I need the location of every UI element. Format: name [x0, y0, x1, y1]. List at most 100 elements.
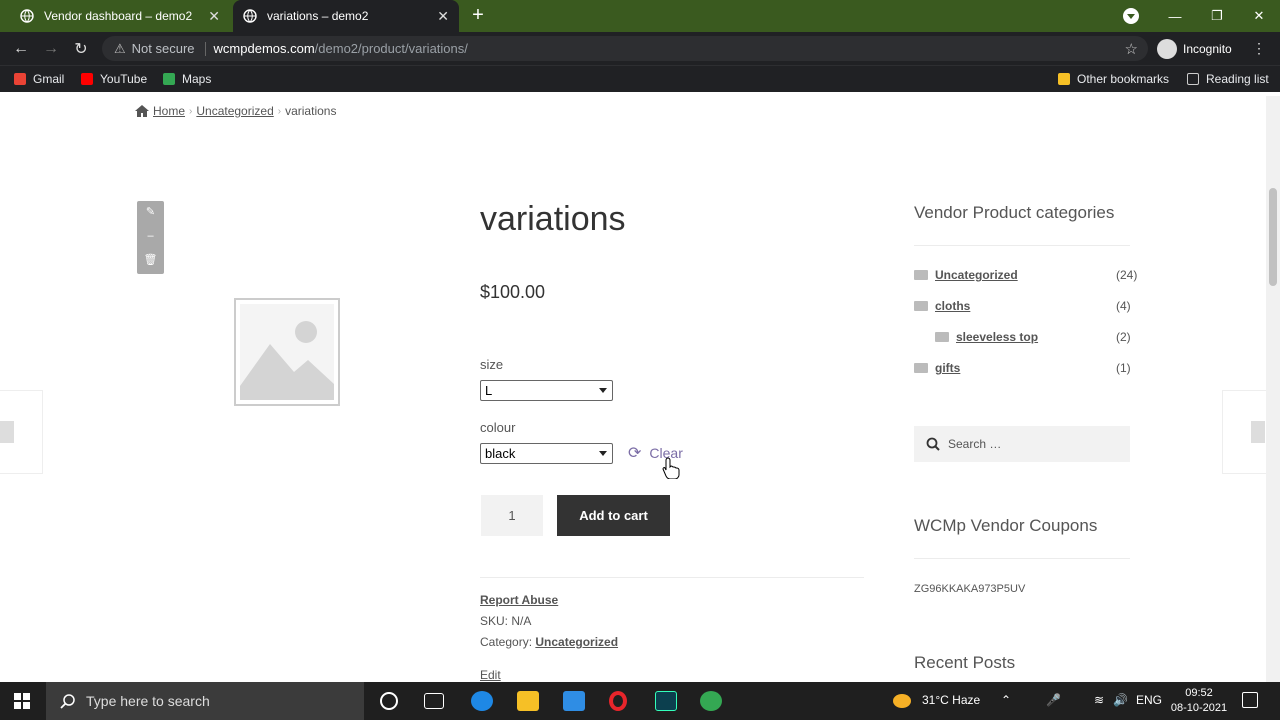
page-scrollbar[interactable] — [1266, 96, 1280, 682]
close-window-icon[interactable]: ✕ — [1238, 8, 1280, 24]
add-to-cart-button[interactable]: Add to cart — [557, 495, 670, 536]
forward-icon[interactable]: → — [36, 40, 66, 58]
image-icon — [1251, 421, 1265, 443]
opera-icon[interactable] — [609, 691, 627, 711]
breadcrumb-current: variations — [285, 104, 337, 118]
system-clock[interactable]: 09:52 08-10-2021 — [1170, 686, 1228, 716]
bookmark-star-icon[interactable]: ☆ — [1125, 40, 1138, 58]
report-abuse-label[interactable]: Report Abuse — [480, 593, 558, 607]
folder-icon — [914, 301, 928, 311]
microphone-icon[interactable]: 🎤 — [1046, 693, 1061, 707]
category-link[interactable]: Uncategorized — [535, 635, 618, 649]
file-explorer-icon[interactable] — [517, 691, 539, 711]
taskbar-search-input[interactable]: Type here to search — [46, 682, 364, 720]
category-item-cloths[interactable]: cloths — [914, 299, 970, 313]
category-item-sleeveless-top[interactable]: sleeveless top — [935, 330, 1038, 344]
weather-icon — [893, 694, 911, 708]
minimize-icon[interactable]: — — [1154, 9, 1196, 24]
bookmark-youtube[interactable]: YouTube — [81, 72, 147, 86]
notifications-icon[interactable] — [1242, 692, 1258, 708]
terminal-app-icon[interactable] — [655, 691, 677, 711]
breadcrumb-home[interactable]: Home — [153, 104, 185, 118]
search-placeholder: Search … — [948, 437, 1002, 451]
colour-select[interactable]: black — [480, 443, 613, 464]
windows-start-icon[interactable] — [14, 693, 30, 709]
folder-icon — [1058, 73, 1070, 85]
sidebar-search-input[interactable]: Search … — [914, 426, 1130, 462]
category-name[interactable]: Uncategorized — [935, 268, 1018, 282]
category-name[interactable]: sleeveless top — [956, 330, 1038, 344]
incognito-icon — [1157, 39, 1177, 59]
task-view-icon[interactable] — [424, 693, 444, 709]
globe-icon — [20, 9, 34, 23]
edit-user-icon[interactable]: ✎ — [137, 201, 164, 225]
coupon-code: ZG96KKAKA973P5UV — [914, 583, 1026, 595]
category-item-uncategorized[interactable]: Uncategorized — [914, 268, 1018, 282]
product-price: $100.00 — [480, 282, 546, 302]
previous-product-arrow[interactable] — [0, 390, 43, 474]
size-select[interactable]: L — [480, 380, 613, 401]
language-indicator[interactable]: ENG — [1136, 693, 1162, 707]
divider — [480, 577, 864, 578]
youtube-icon — [81, 73, 93, 85]
bookmarks-bar: Gmail YouTube Maps Other bookmarks Readi… — [0, 65, 1280, 92]
browser-menu-icon[interactable]: ⋮ — [1252, 40, 1266, 57]
divider — [914, 245, 1130, 246]
edit-label[interactable]: Edit — [480, 668, 501, 682]
next-product-arrow[interactable] — [1222, 390, 1266, 474]
colour-label: colour — [480, 420, 516, 435]
quantity-input[interactable]: 1 — [481, 495, 543, 536]
report-abuse-link[interactable]: Report Abuse — [480, 593, 558, 607]
category-count: (2) — [1116, 330, 1131, 344]
new-tab-button[interactable]: + — [466, 4, 490, 28]
colour-selected: black — [485, 446, 516, 461]
clock-time: 09:52 — [1185, 687, 1213, 699]
category-name[interactable]: cloths — [935, 299, 970, 313]
trash-icon[interactable]: 🗑 — [137, 249, 164, 273]
close-tab-icon[interactable]: ✕ — [437, 8, 449, 25]
reload-icon[interactable]: ↻ — [66, 39, 96, 59]
category-name[interactable]: gifts — [935, 361, 960, 375]
maximize-icon[interactable]: ❐ — [1196, 8, 1238, 24]
url-host: wcmpdemos.com — [213, 41, 315, 56]
wifi-icon[interactable]: ≋ — [1094, 693, 1104, 707]
weather-label[interactable]: 31°C Haze — [922, 693, 980, 707]
reading-list[interactable]: Reading list — [1187, 72, 1269, 86]
scrollbar-thumb[interactable] — [1269, 188, 1277, 286]
category-item-gifts[interactable]: gifts — [914, 361, 960, 375]
product-sku: SKU: N/A — [480, 614, 532, 628]
chevron-right-icon: › — [189, 105, 193, 117]
window-controls: — ❐ ✕ — [1154, 0, 1280, 32]
chrome-icon[interactable] — [700, 691, 722, 711]
size-selected: L — [485, 383, 493, 398]
gmail-icon — [14, 73, 26, 85]
bookmark-label: Gmail — [33, 72, 65, 86]
minus-icon[interactable]: – — [137, 225, 164, 249]
folder-icon — [914, 363, 928, 373]
profile-label: Incognito — [1183, 42, 1232, 56]
other-bookmarks[interactable]: Other bookmarks — [1058, 72, 1169, 86]
category-count: (1) — [1116, 361, 1131, 375]
breadcrumb-category[interactable]: Uncategorized — [196, 104, 273, 118]
mail-icon[interactable] — [563, 691, 585, 711]
address-bar[interactable]: ⚠ Not secure wcmpdemos.com/demo2/product… — [102, 36, 1148, 61]
category-prefix: Category: — [480, 635, 536, 649]
chevron-up-icon[interactable]: ⌃ — [1001, 693, 1011, 707]
categories-widget-title: Vendor Product categories — [914, 203, 1115, 222]
bookmark-gmail[interactable]: Gmail — [14, 72, 64, 86]
back-icon[interactable]: ← — [6, 40, 36, 58]
tab-variations[interactable]: variations – demo2 ✕ — [233, 0, 459, 32]
home-icon — [135, 105, 149, 117]
tab-search-icon[interactable] — [1123, 8, 1139, 24]
edge-icon[interactable] — [471, 691, 493, 711]
bookmark-maps[interactable]: Maps — [163, 72, 211, 86]
globe-icon — [243, 9, 257, 23]
incognito-indicator[interactable]: Incognito — [1157, 39, 1232, 59]
cortana-icon[interactable] — [380, 692, 398, 710]
volume-icon[interactable]: 🔊 — [1113, 693, 1128, 707]
maps-icon — [163, 73, 175, 85]
tab-vendor-dashboard[interactable]: Vendor dashboard – demo2 ✕ — [10, 0, 230, 32]
edit-link[interactable]: Edit — [480, 668, 501, 682]
divider — [204, 41, 206, 56]
close-tab-icon[interactable]: ✕ — [208, 8, 220, 25]
